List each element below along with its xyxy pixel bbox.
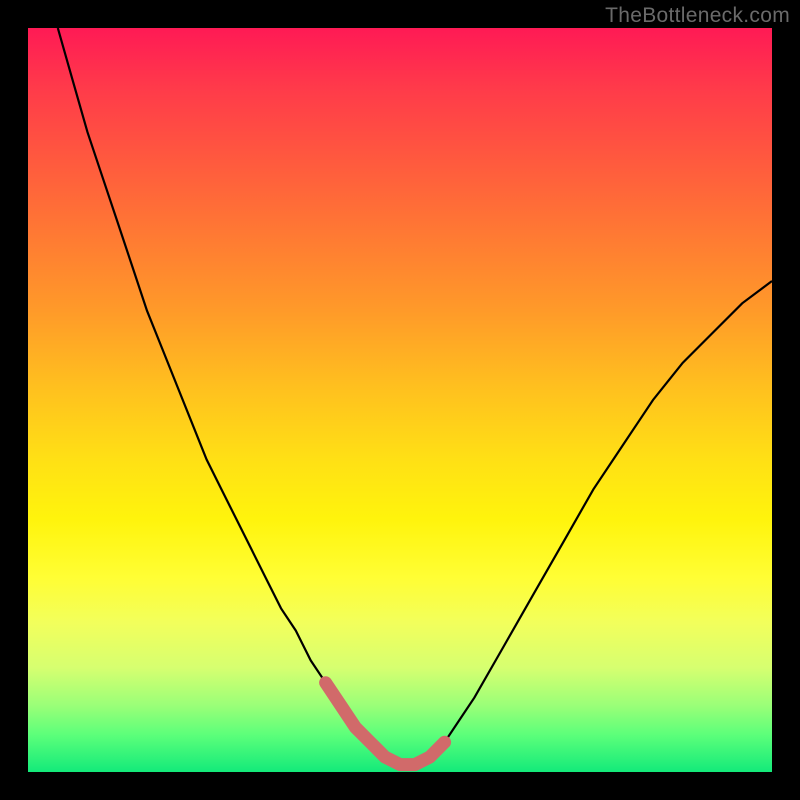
plot-area — [28, 28, 772, 772]
watermark-label: TheBottleneck.com — [605, 4, 790, 28]
chart-frame: TheBottleneck.com — [0, 0, 800, 800]
